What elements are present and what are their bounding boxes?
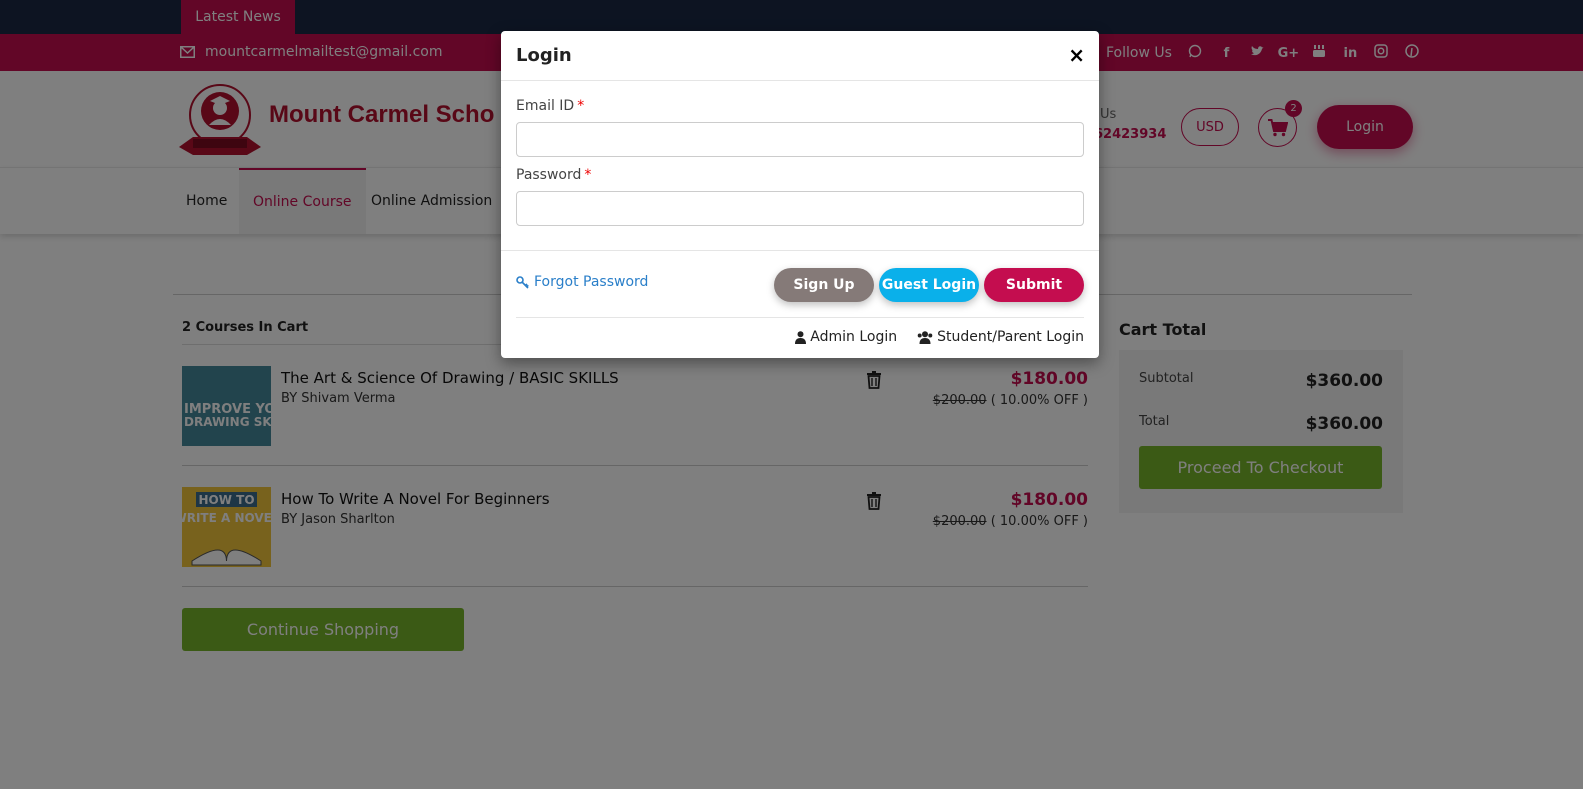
admin-login-text: Admin Login bbox=[810, 329, 898, 345]
password-label-text: Password bbox=[516, 167, 582, 183]
password-label: Password * bbox=[516, 167, 591, 183]
forgot-password-link[interactable]: Forgot Password bbox=[516, 274, 648, 290]
required-mark: * bbox=[577, 98, 585, 114]
admin-login-link[interactable]: Admin Login bbox=[795, 329, 897, 345]
modal-title: Login bbox=[516, 45, 572, 66]
login-modal: Login × Email ID * Password * Forgot Passw… bbox=[501, 31, 1099, 358]
student-parent-login-text: Student/Parent Login bbox=[937, 329, 1084, 345]
email-field[interactable] bbox=[516, 122, 1084, 157]
password-field[interactable] bbox=[516, 191, 1084, 226]
email-label: Email ID * bbox=[516, 98, 584, 114]
guest-login-button[interactable]: Guest Login bbox=[879, 268, 979, 302]
submit-button[interactable]: Submit bbox=[984, 268, 1084, 302]
alt-login-links: Admin Login Student/Parent Login bbox=[795, 329, 1084, 345]
student-parent-login-link[interactable]: Student/Parent Login bbox=[917, 329, 1084, 345]
required-mark: * bbox=[584, 167, 592, 183]
key-icon bbox=[516, 275, 529, 289]
modal-footer-divider bbox=[501, 250, 1099, 251]
email-label-text: Email ID bbox=[516, 98, 575, 114]
close-icon[interactable]: × bbox=[1068, 45, 1085, 65]
user-icon bbox=[795, 330, 807, 344]
modal-header: Login × bbox=[501, 31, 1099, 81]
sign-up-button[interactable]: Sign Up bbox=[774, 268, 874, 302]
users-icon bbox=[917, 330, 933, 344]
forgot-password-text: Forgot Password bbox=[534, 274, 649, 290]
modal-links-divider bbox=[516, 317, 1084, 318]
